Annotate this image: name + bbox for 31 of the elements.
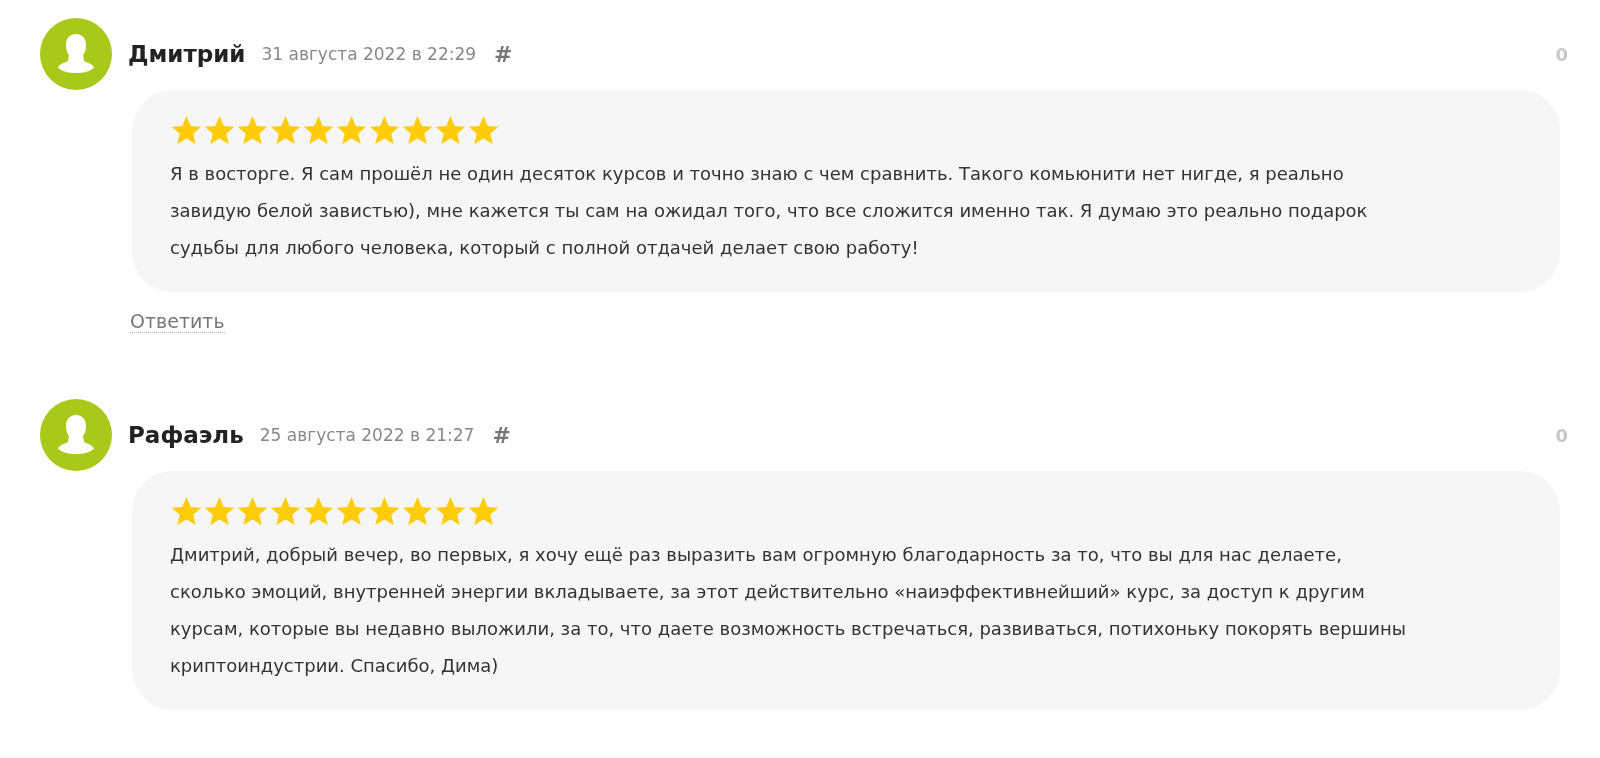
star-icon	[203, 495, 236, 528]
star-icon	[335, 114, 368, 147]
comment-text: Я в восторге. Я сам прошёл не один десяток курсов и точно знаю с чем сравнить. Такого комьюнити нет нигде, я реально завидую белой завистью), мне кажется ты сам на ожидал того, что все сложится именно так. Я думаю это реально подарок судьбы для любого человека, который с полной отдачей делает свою работу!	[170, 162, 1369, 260]
star-icon	[368, 495, 401, 528]
star-icon	[467, 495, 500, 528]
star-icon	[401, 114, 434, 147]
comment-date: 31 августа 2022 в 22:29	[261, 44, 477, 64]
star-icon	[368, 114, 401, 147]
star-icon	[236, 495, 269, 528]
star-icon	[467, 114, 500, 147]
comment-date: 25 августа 2022 в 21:27	[259, 425, 475, 445]
permalink[interactable]: #	[494, 41, 513, 67]
permalink[interactable]: #	[492, 422, 511, 448]
reply-link[interactable]: Ответить	[130, 310, 225, 333]
star-icon	[236, 114, 269, 147]
star-icon	[335, 495, 368, 528]
star-icon	[170, 114, 203, 147]
star-icon	[269, 495, 302, 528]
comment-text: Дмитрий, добрый вечер, во первых, я хочу ещё раз выразить вам огромную благодарность за то, что вы для нас делаете, сколько эмоций, внутренней энергии вкладываете, за этот действительно «наиэффективнейший» курс, за доступ к другим курсам, которые вы недавно выложили, за то, что даете возможность встречаться, развиваться, потихоньку покорять вершины криптоиндустрии. Спасибо, Дима)	[170, 543, 1407, 678]
avatar-icon	[40, 18, 112, 90]
star-icon	[269, 114, 302, 147]
author-name: Рафаэль	[128, 422, 244, 448]
star-icon	[434, 114, 467, 147]
star-icon	[434, 495, 467, 528]
author-name: Дмитрий	[128, 41, 246, 67]
star-icon	[401, 495, 434, 528]
star-icon	[302, 495, 335, 528]
star-icon	[302, 114, 335, 147]
star-icon	[203, 114, 236, 147]
star-icon	[170, 495, 203, 528]
avatar-icon	[40, 399, 112, 471]
